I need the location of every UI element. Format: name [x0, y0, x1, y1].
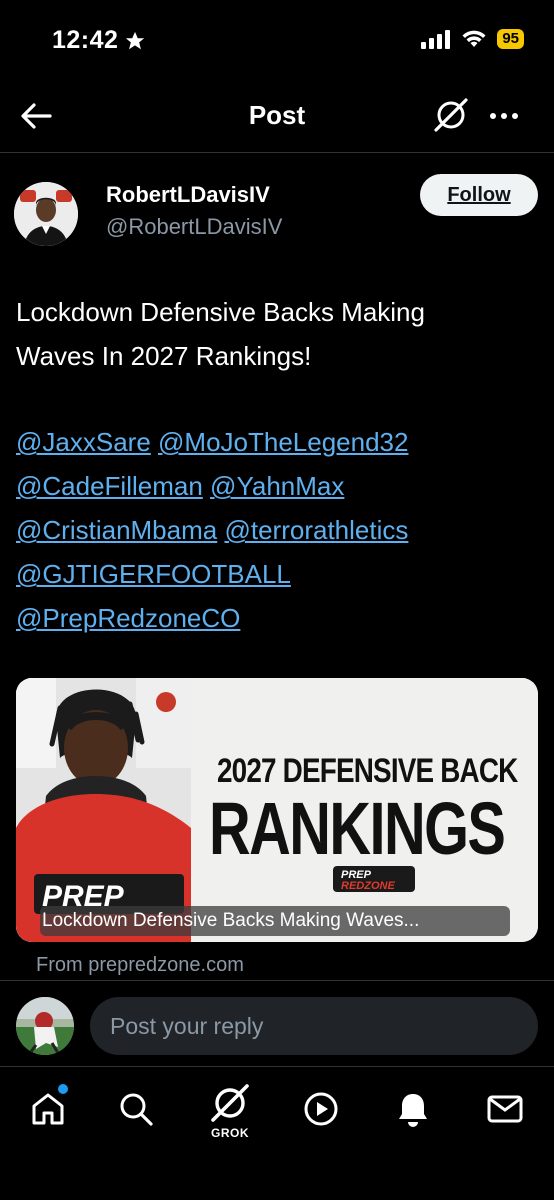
- grok-icon: [211, 1084, 249, 1122]
- reply-input[interactable]: [90, 997, 538, 1055]
- tab-messages[interactable]: [485, 1089, 525, 1133]
- page-title: Post: [248, 100, 306, 130]
- status-time: 12:42: [52, 26, 146, 55]
- search-icon: [120, 1093, 153, 1126]
- home-icon: [32, 1093, 64, 1125]
- status-icons: 95: [421, 29, 524, 49]
- wifi-icon: [462, 30, 486, 47]
- prep-redzone-logo: PREP REDZONE: [333, 866, 415, 892]
- header-divider: [0, 152, 554, 153]
- play-icon: [304, 1092, 338, 1126]
- link-preview-card[interactable]: PREP 2027 DEFENSIVE BACK RANKINGS PREP R…: [16, 678, 538, 942]
- mention-link[interactable]: @JaxxSare: [16, 427, 151, 457]
- mention-row: @GJTIGERFOOTBALL: [16, 552, 546, 596]
- status-bar: 12:42 95: [0, 0, 554, 80]
- mention-row: @CristianMbama @terrorathletics: [16, 508, 546, 552]
- mail-icon: [487, 1095, 523, 1123]
- author-avatar-image: [14, 182, 78, 246]
- author-handle[interactable]: @RobertLDavisIV: [106, 214, 282, 240]
- top-nav: Post: [0, 84, 554, 148]
- bell-icon: [399, 1094, 427, 1127]
- home-notification-dot: [58, 1084, 68, 1094]
- reply-bar: [0, 980, 554, 1066]
- user-avatar-image: [16, 997, 74, 1055]
- post-text: Lockdown Defensive Backs Making Waves In…: [16, 290, 536, 378]
- author-avatar[interactable]: [14, 182, 78, 246]
- signal-icon: [421, 30, 451, 49]
- post-author: RobertLDavisIV @RobertLDavisIV Follow: [14, 172, 540, 256]
- mention-link[interactable]: @CristianMbama: [16, 515, 217, 545]
- mention-link[interactable]: @terrorathletics: [224, 515, 408, 545]
- mention-row: @JaxxSare @MoJoTheLegend32: [16, 420, 546, 464]
- battery-indicator: 95: [497, 29, 524, 49]
- time-text: 12:42: [52, 26, 119, 54]
- post-mentions: @JaxxSare @MoJoTheLegend32 @CadeFilleman…: [16, 420, 546, 640]
- grok-tab-label: GROK: [211, 1126, 249, 1140]
- card-graphic: 2027 DEFENSIVE BACK RANKINGS PREP REDZON…: [191, 678, 538, 942]
- mention-link[interactable]: @GJTIGERFOOTBALL: [16, 559, 291, 589]
- mention-link[interactable]: @CadeFilleman: [16, 471, 203, 501]
- follow-button[interactable]: Follow: [420, 174, 538, 216]
- user-avatar[interactable]: [16, 997, 74, 1055]
- tab-home[interactable]: [28, 1089, 68, 1133]
- bottom-tab-bar: [0, 1066, 554, 1200]
- grok-icon[interactable]: [432, 96, 470, 134]
- more-options-icon[interactable]: [486, 98, 522, 134]
- card-title: Lockdown Defensive Backs Making Waves...: [40, 906, 510, 936]
- tab-notifications[interactable]: [393, 1089, 433, 1133]
- mention-row: @CadeFilleman @YahnMax: [16, 464, 546, 508]
- tab-grok[interactable]: [208, 1081, 252, 1125]
- card-player-photo: PREP: [16, 678, 191, 942]
- star-icon: [126, 31, 145, 49]
- card-headline-big: RANKINGS: [209, 787, 506, 870]
- tab-search[interactable]: [116, 1089, 156, 1133]
- player-photo-image: PREP: [16, 678, 191, 942]
- mention-link[interactable]: @MoJoTheLegend32: [158, 427, 408, 457]
- mention-link[interactable]: @YahnMax: [210, 471, 344, 501]
- post-text-line: Waves In 2027 Rankings!: [16, 341, 312, 371]
- post-text-line: Lockdown Defensive Backs Making: [16, 297, 425, 327]
- card-source[interactable]: From prepredzone.com: [36, 954, 244, 977]
- mention-row: @PrepRedzoneCO: [16, 596, 546, 640]
- logo-text-bottom: REDZONE: [341, 880, 395, 892]
- author-name[interactable]: RobertLDavisIV: [106, 182, 270, 208]
- mention-link[interactable]: @PrepRedzoneCO: [16, 603, 240, 633]
- tab-video[interactable]: [301, 1089, 341, 1133]
